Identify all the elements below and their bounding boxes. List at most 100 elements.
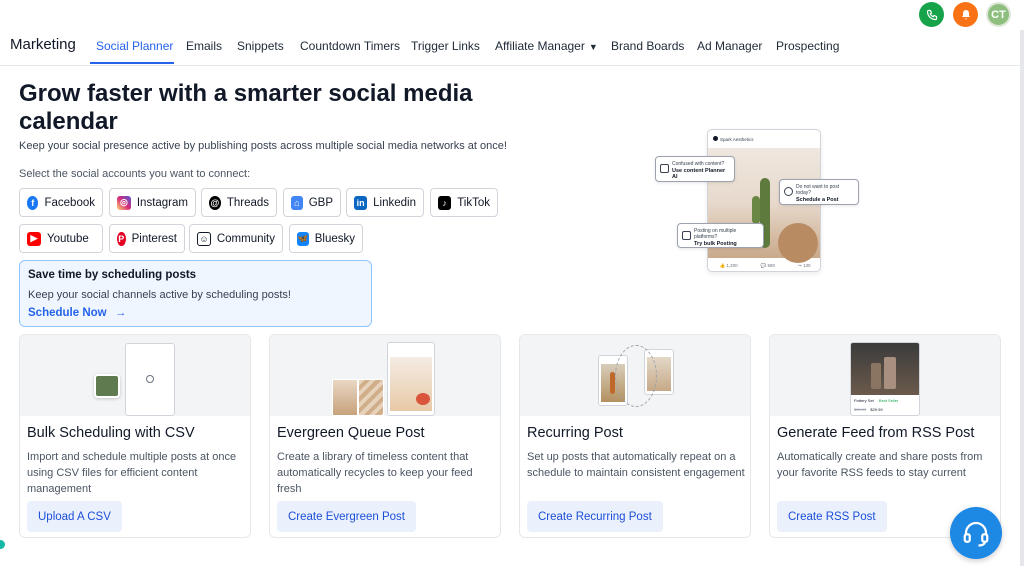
page-subtitle: Keep your social presence active by publ…	[19, 140, 507, 152]
tab-prospecting[interactable]: Prospecting	[776, 39, 839, 53]
pinterest-icon: P	[117, 231, 126, 246]
feature-card-recurring: Recurring Post Set up posts that automat…	[519, 334, 751, 538]
create-evergreen-post-button[interactable]: Create Evergreen Post	[277, 501, 416, 532]
card-description: Import and schedule multiple posts at on…	[27, 451, 237, 495]
connect-threads-button[interactable]: @ Threads	[201, 188, 277, 217]
card-title: Recurring Post	[527, 425, 623, 441]
promo-subtitle: Keep your social channels active by sche…	[28, 289, 291, 301]
instagram-label: Instagram	[136, 196, 188, 209]
shares-count: 130	[802, 262, 811, 268]
callout-1-answer: Use content Planner AI	[672, 168, 726, 180]
rss-old-price: $39.99	[854, 407, 867, 412]
card-title: Generate Feed from RSS Post	[777, 425, 975, 441]
accounts-label: Select the social accounts you want to c…	[19, 168, 251, 180]
connect-facebook-button[interactable]: f Facebook	[19, 188, 103, 217]
illustration-pot	[778, 223, 818, 263]
comment-icon: 💬 580	[760, 262, 775, 268]
comments-count: 580	[767, 262, 775, 268]
tab-trigger-links[interactable]: Trigger Links	[411, 39, 480, 53]
tiktok-icon: ♪	[438, 195, 452, 210]
bell-icon[interactable]	[953, 2, 978, 27]
account-avatar-icon	[713, 136, 718, 141]
tab-affiliate-manager-label: Affiliate Manager	[495, 39, 585, 53]
bulk-csv-thumbnail	[20, 335, 250, 416]
card-title: Bulk Scheduling with CSV	[27, 425, 195, 441]
connect-gbp-button[interactable]: ⌂ GBP	[283, 188, 341, 217]
connect-tiktok-button[interactable]: ♪ TikTok	[430, 188, 498, 217]
rss-product-name: Pottery Set	[854, 398, 874, 403]
connect-linkedin-button[interactable]: in Linkedin	[346, 188, 424, 217]
connect-pinterest-button[interactable]: P Pinterest	[109, 224, 185, 253]
phone-icon[interactable]	[919, 2, 944, 27]
illustration-stats: 👍 1,200 💬 580 ↪ 130	[708, 258, 820, 271]
support-chat-button[interactable]	[950, 507, 1002, 559]
create-rss-post-button[interactable]: Create RSS Post	[777, 501, 887, 532]
chevron-down-icon: ▼	[588, 42, 598, 52]
card-description: Automatically create and share posts fro…	[777, 451, 983, 479]
rss-product-card: Pottery Set Best Seller $39.99 $29.99	[850, 342, 920, 416]
evergreen-card-a	[332, 379, 358, 416]
arrow-right-icon: →	[114, 307, 127, 319]
main-nav: Marketing Social Planner Emails Snippets…	[0, 30, 1024, 66]
clock-icon	[784, 187, 793, 196]
tab-countdown-timers[interactable]: Countdown Timers	[300, 39, 400, 53]
feature-card-rss: Pottery Set Best Seller $39.99 $29.99 Ge…	[769, 334, 1001, 538]
page-title: Grow faster with a smarter social media …	[19, 80, 473, 135]
status-dot	[0, 540, 5, 549]
gbp-icon: ⌂	[291, 195, 303, 210]
evergreen-thumbnail	[270, 335, 500, 416]
facebook-label: Facebook	[44, 196, 95, 209]
connect-youtube-button[interactable]: ▶ Youtube	[19, 224, 103, 253]
scrollbar[interactable]	[1020, 30, 1024, 566]
rss-product-info: Pottery Set Best Seller	[854, 398, 898, 403]
facebook-icon: f	[27, 195, 39, 210]
share-icon: ↪ 130	[797, 262, 811, 268]
rss-product-badge: Best Seller	[878, 398, 899, 403]
callout-bulk: Posting on multiple platforms? Try bulk …	[677, 223, 764, 248]
youtube-label: Youtube	[47, 232, 89, 245]
rss-product-price-row: $39.99 $29.99	[854, 407, 883, 412]
feature-card-bulk-csv: Bulk Scheduling with CSV Import and sche…	[19, 334, 251, 538]
create-recurring-post-button[interactable]: Create Recurring Post	[527, 501, 663, 532]
connect-instagram-button[interactable]: ◎ Instagram	[109, 188, 196, 217]
top-bar: CT	[0, 0, 1024, 28]
tab-snippets[interactable]: Snippets	[237, 39, 284, 53]
schedule-now-label: Schedule Now	[28, 307, 107, 319]
linkedin-label: Linkedin	[373, 196, 416, 209]
tab-emails[interactable]: Emails	[186, 39, 222, 53]
tab-brand-boards[interactable]: Brand Boards	[611, 39, 684, 53]
youtube-icon: ▶	[27, 231, 41, 246]
like-icon: 👍 1,200	[719, 262, 738, 268]
illustration-account-label: Spark Aesthetics	[720, 137, 754, 142]
gbp-label: GBP	[308, 196, 333, 209]
community-label: Community	[216, 232, 275, 245]
promo-title: Save time by scheduling posts	[28, 269, 197, 281]
tab-ad-manager[interactable]: Ad Manager	[697, 39, 762, 53]
callout-schedule: Do not want to post today? Schedule a Po…	[779, 179, 859, 205]
ai-icon	[660, 164, 669, 173]
tab-affiliate-manager[interactable]: Affiliate Manager ▼	[495, 39, 598, 53]
schedule-promo-banner: Save time by scheduling posts Keep your …	[19, 260, 372, 327]
rss-product-photo	[851, 343, 919, 395]
card-title: Evergreen Queue Post	[277, 425, 425, 441]
rss-price: $29.99	[870, 407, 883, 412]
avatar[interactable]: CT	[986, 2, 1011, 27]
likes-count: 1,200	[726, 262, 738, 268]
connect-community-button[interactable]: ☺ Community	[189, 224, 283, 253]
recurring-thumbnail	[520, 335, 750, 416]
upload-csv-button[interactable]: Upload A CSV	[27, 501, 122, 532]
recurring-loop-icon	[615, 345, 657, 407]
tab-social-planner[interactable]: Social Planner	[96, 39, 173, 53]
clock-icon	[146, 375, 154, 383]
section-title: Marketing	[10, 36, 76, 53]
card-description: Create a library of timeless content tha…	[277, 451, 473, 495]
schedule-now-link[interactable]: Schedule Now →	[28, 307, 126, 319]
callout-1-question: Confused with content?	[672, 161, 725, 167]
callout-3-answer: Try bulk Posting	[694, 241, 737, 247]
fruit-shape	[416, 393, 430, 405]
threads-icon: @	[209, 195, 221, 210]
pinterest-label: Pinterest	[131, 232, 177, 245]
upload-icon	[682, 231, 691, 240]
connect-bluesky-button[interactable]: 🦋 Bluesky	[289, 224, 363, 253]
callout-2-answer: Schedule a Post	[796, 197, 839, 203]
